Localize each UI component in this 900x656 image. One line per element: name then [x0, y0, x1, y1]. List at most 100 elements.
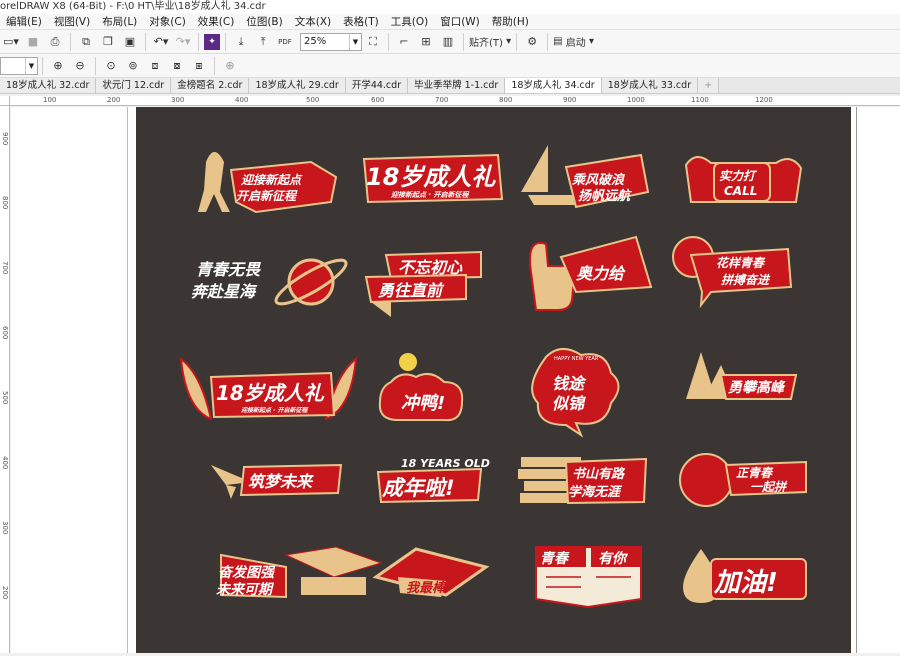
pdf-icon[interactable]: PDF	[275, 32, 295, 52]
separator	[388, 32, 389, 51]
menu-window[interactable]: 窗口(W)	[434, 14, 486, 29]
ruler-tick-label: 200	[107, 96, 121, 104]
drawing-canvas[interactable]: 迎接新起点 开启新征程 18岁成人礼 迎接新起点 · 开启新征程 乘风破浪 扬帆…	[11, 107, 900, 653]
zoom-selected-icon[interactable]: ⊙	[101, 56, 121, 76]
grid-icon[interactable]: ⊞	[416, 32, 436, 52]
paste-icon[interactable]: ▣	[120, 32, 140, 52]
new-tab-icon[interactable]: +	[698, 78, 720, 93]
rulers-icon[interactable]: ⌐	[394, 32, 414, 52]
sticker-text: 学海无涯	[568, 484, 623, 500]
separator	[42, 56, 43, 75]
sticker-8[interactable]: 花样青春 拼搏奋进	[672, 236, 793, 309]
horizontal-ruler[interactable]: 100 200 300 400 500 600 700 800 900 1000…	[10, 96, 900, 106]
menu-table[interactable]: 表格(T)	[337, 14, 385, 29]
vertical-ruler[interactable]: 900 800 700 600 500 400 300 200	[0, 106, 10, 653]
menu-layout[interactable]: 布局(L)	[96, 14, 143, 29]
sticker-18[interactable]: 我最棒	[372, 547, 490, 597]
undo-icon[interactable]: ↶▾	[151, 32, 171, 52]
document-tabs: 18岁成人礼 32.cdr 状元门 12.cdr 金榜题名 2.cdr 18岁成…	[0, 78, 900, 94]
menu-tools[interactable]: 工具(O)	[385, 14, 434, 29]
sticker-13[interactable]: 筑梦未来	[211, 463, 343, 499]
tab-document[interactable]: 18岁成人礼 32.cdr	[0, 78, 97, 93]
separator	[214, 56, 215, 75]
cut-icon[interactable]: ⧉	[76, 32, 96, 52]
tab-document[interactable]: 18岁成人礼 29.cdr	[249, 78, 346, 93]
sticker-text: 迎接新起点 · 开启新征程	[241, 406, 308, 414]
sticker-19[interactable]: 青春 有你	[535, 546, 642, 609]
add-icon[interactable]: ⊕	[220, 56, 240, 76]
zoom-out-icon[interactable]: ⊖	[70, 56, 90, 76]
sticker-15[interactable]: 书山有路 学海无涯	[518, 457, 648, 505]
tab-document-active[interactable]: 18岁成人礼 34.cdr	[505, 78, 602, 93]
sticker-2[interactable]: 18岁成人礼 迎接新起点 · 开启新征程	[362, 153, 504, 204]
sticker-17[interactable]: 奋发图强 未来可期	[216, 546, 383, 599]
tab-document[interactable]: 毕业季举牌 1-1.cdr	[408, 78, 506, 93]
separator	[70, 32, 71, 51]
ruler-tick-label: 1200	[755, 96, 773, 104]
launch-label: 启动	[565, 38, 586, 49]
sticker-12[interactable]: 勇攀高峰	[686, 352, 798, 400]
zoom-page-icon[interactable]: ⧈	[145, 56, 165, 76]
zoom-level-select[interactable]: 25% ▼	[300, 32, 362, 51]
snap-to-button[interactable]: 贴齐(T) ▾	[469, 32, 511, 52]
ruler-tick-label: 700	[435, 96, 449, 104]
menu-object[interactable]: 对象(C)	[143, 14, 192, 29]
zoom-width-icon[interactable]: ⧇	[167, 56, 187, 76]
menu-edit[interactable]: 编辑(E)	[0, 14, 48, 29]
separator	[95, 56, 96, 75]
sticker-text: 筑梦未来	[248, 472, 314, 491]
open-icon[interactable]: ▭▾	[1, 32, 21, 52]
separator	[463, 32, 464, 51]
export-icon[interactable]: ⤒	[253, 32, 273, 52]
sticker-text: 正青春	[736, 466, 774, 480]
sticker-3[interactable]: 乘风破浪 扬帆远航	[521, 145, 650, 209]
save-icon[interactable]: ■	[23, 32, 43, 52]
ruler-tick-label: 900	[1, 132, 9, 146]
sticker-5[interactable]: 青春无畏 奔赴星海	[191, 253, 351, 310]
menu-bar: 编辑(E) 视图(V) 布局(L) 对象(C) 效果(C) 位图(B) 文本(X…	[0, 14, 900, 30]
sticker-9[interactable]: 18岁成人礼 迎接新起点 · 开启新征程	[179, 356, 358, 421]
copy-icon[interactable]: ❐	[98, 32, 118, 52]
menu-help[interactable]: 帮助(H)	[486, 14, 535, 29]
tab-document[interactable]: 金榜题名 2.cdr	[171, 78, 250, 93]
redo-icon[interactable]: ↷▾	[173, 32, 193, 52]
sticker-11[interactable]: HAPPY NEW YEAR 钱途 似锦	[531, 348, 620, 438]
zoom-all-icon[interactable]: ⊚	[123, 56, 143, 76]
zoom-height-icon[interactable]: ⧆	[189, 56, 209, 76]
application-launcher-button[interactable]: ▤ 启动 ▾	[553, 32, 594, 52]
sticker-6[interactable]: 不忘初心 勇往直前	[364, 250, 482, 317]
zoom-in-icon[interactable]: ⊕	[48, 56, 68, 76]
menu-bitmaps[interactable]: 位图(B)	[240, 14, 288, 29]
menu-effects[interactable]: 效果(C)	[192, 14, 241, 29]
sticker-14[interactable]: 18 YEARS OLD 书山有路 成年啦!	[376, 457, 490, 504]
tab-document[interactable]: 18岁成人礼 33.cdr	[601, 78, 699, 93]
sticker-10[interactable]: 冲鸭!	[378, 353, 464, 422]
sticker-4[interactable]: 实力打 CALL	[684, 156, 803, 203]
separator	[516, 32, 518, 51]
sticker-text: 18岁成人礼	[216, 381, 325, 405]
sticker-text: 成年啦!	[381, 476, 455, 500]
sticker-text: 迎接新起点 · 开启新征程	[391, 190, 470, 199]
ruler-tick-label: 500	[1, 391, 9, 405]
sticker-20[interactable]: 加油!	[683, 549, 807, 603]
tab-document[interactable]: 状元门 12.cdr	[96, 78, 172, 93]
import-icon[interactable]: ⤓	[231, 32, 251, 52]
menu-text[interactable]: 文本(X)	[289, 14, 337, 29]
ruler-tick-label: 300	[171, 96, 185, 104]
sticker-7[interactable]: 奥力给	[529, 235, 653, 311]
print-icon[interactable]: ⎙	[45, 32, 65, 52]
sticker-text: 拼搏奋进	[721, 273, 771, 287]
options-gear-icon[interactable]: ⚙	[522, 32, 542, 52]
menu-view[interactable]: 视图(V)	[48, 14, 96, 29]
sticker-text: 似锦	[552, 394, 586, 413]
page-size-select[interactable]: ▼	[0, 56, 38, 75]
tab-document[interactable]: 开学44.cdr	[345, 78, 409, 93]
sticker-1[interactable]: 迎接新起点 开启新征程	[198, 152, 338, 214]
sticker-text: HAPPY NEW YEAR	[554, 356, 599, 362]
full-screen-icon[interactable]: ⛶	[363, 32, 383, 52]
guidelines-icon[interactable]: ▥	[438, 32, 458, 52]
sticker-16[interactable]: 正青春 一起拼	[679, 453, 807, 507]
corel-connect-icon[interactable]: ✦	[204, 33, 220, 50]
ruler-corner[interactable]	[0, 96, 10, 106]
artboard[interactable]: 迎接新起点 开启新征程 18岁成人礼 迎接新起点 · 开启新征程 乘风破浪 扬帆…	[136, 107, 851, 653]
